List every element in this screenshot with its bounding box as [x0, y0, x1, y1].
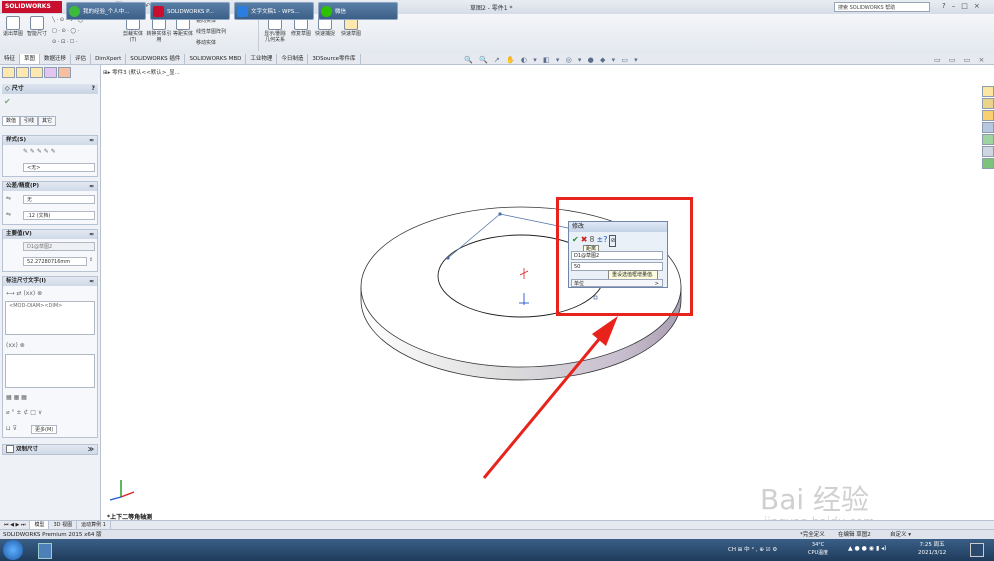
- show-desktop-icon[interactable]: [970, 543, 984, 557]
- file-explorer-tab-icon[interactable]: [982, 110, 994, 121]
- app-icon[interactable]: [38, 543, 52, 559]
- cpu-temp: 34°C CPU温度: [808, 542, 829, 556]
- taskbar-item-solidworks[interactable]: SOLIDWORKS P...: [150, 2, 230, 20]
- windows-taskbar: [0, 539, 994, 561]
- resources-tab-icon[interactable]: [982, 86, 994, 97]
- coordinate-triad-icon: [109, 480, 135, 501]
- search-tab-icon[interactable]: [982, 122, 994, 133]
- start-button[interactable]: [3, 540, 23, 560]
- task-pane-tabs[interactable]: [982, 86, 994, 172]
- system-tray[interactable]: CH ⊞ 中 ° , ⊕ ☑ ⚙: [728, 545, 777, 553]
- taskbar-item-wps[interactable]: 文字文稿1 - WPS...: [234, 2, 314, 20]
- view-palette-tab-icon[interactable]: [982, 134, 994, 145]
- wechat-icon: [321, 6, 332, 17]
- browser-icon: [69, 6, 80, 17]
- tray-icons[interactable]: ▲ ● ● ◉ ▮ ◂): [848, 545, 887, 552]
- design-library-tab-icon[interactable]: [982, 98, 994, 109]
- taskbar-item-browser[interactable]: 我的经验_个人中...: [66, 2, 146, 20]
- appearances-tab-icon[interactable]: [982, 146, 994, 157]
- baidu-watermark: Bai 经验: [760, 483, 870, 516]
- clock[interactable]: 7:25 周五 2021/3/12: [918, 541, 946, 557]
- model-view-svg[interactable]: [0, 0, 994, 561]
- custom-props-tab-icon[interactable]: [982, 158, 994, 169]
- solidworks-icon: [153, 6, 164, 17]
- taskbar-item-wechat[interactable]: 微信: [318, 2, 398, 20]
- wps-icon: [237, 6, 248, 17]
- highlight-box: [556, 197, 693, 316]
